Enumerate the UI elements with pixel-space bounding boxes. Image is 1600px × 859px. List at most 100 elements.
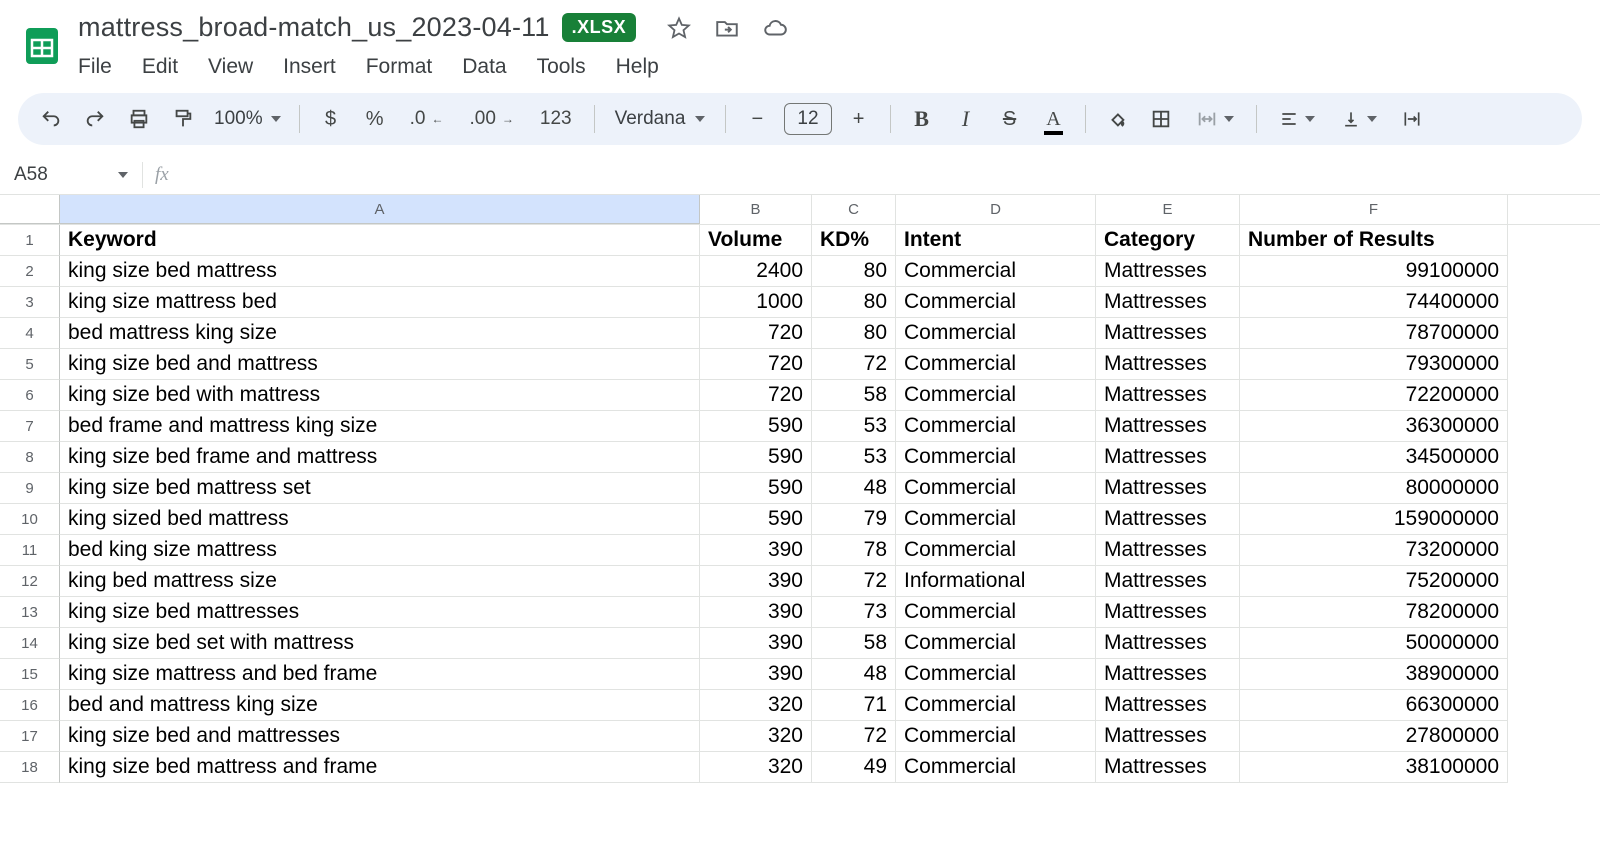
- row-header[interactable]: 2: [0, 256, 60, 287]
- cell-E8[interactable]: Mattresses: [1096, 442, 1240, 473]
- cell-F17[interactable]: 27800000: [1240, 721, 1508, 752]
- cell-F15[interactable]: 38900000: [1240, 659, 1508, 690]
- cell-F12[interactable]: 75200000: [1240, 566, 1508, 597]
- cell-A11[interactable]: bed king size mattress: [60, 535, 700, 566]
- menu-insert[interactable]: Insert: [283, 53, 336, 81]
- cell-A6[interactable]: king size bed with mattress: [60, 380, 700, 411]
- cell-E11[interactable]: Mattresses: [1096, 535, 1240, 566]
- cell-C1[interactable]: KD%: [812, 225, 896, 256]
- cell-D1[interactable]: Intent: [896, 225, 1096, 256]
- menu-format[interactable]: Format: [366, 53, 433, 81]
- cell-E5[interactable]: Mattresses: [1096, 349, 1240, 380]
- cell-B2[interactable]: 2400: [700, 256, 812, 287]
- column-header-E[interactable]: E: [1096, 195, 1240, 224]
- cell-A1[interactable]: Keyword: [60, 225, 700, 256]
- column-header-F[interactable]: F: [1240, 195, 1508, 224]
- cell-D17[interactable]: Commercial: [896, 721, 1096, 752]
- cell-E6[interactable]: Mattresses: [1096, 380, 1240, 411]
- zoom-selector[interactable]: 100%: [210, 108, 285, 130]
- cell-C16[interactable]: 71: [812, 690, 896, 721]
- cell-F3[interactable]: 74400000: [1240, 287, 1508, 318]
- cell-C6[interactable]: 58: [812, 380, 896, 411]
- row-header[interactable]: 16: [0, 690, 60, 721]
- cell-A10[interactable]: king sized bed mattress: [60, 504, 700, 535]
- cell-F2[interactable]: 99100000: [1240, 256, 1508, 287]
- cell-E15[interactable]: Mattresses: [1096, 659, 1240, 690]
- column-header-C[interactable]: C: [812, 195, 896, 224]
- cell-F1[interactable]: Number of Results: [1240, 225, 1508, 256]
- cell-D6[interactable]: Commercial: [896, 380, 1096, 411]
- sheets-logo[interactable]: [18, 16, 66, 76]
- cell-B15[interactable]: 390: [700, 659, 812, 690]
- cell-D12[interactable]: Informational: [896, 566, 1096, 597]
- cell-D3[interactable]: Commercial: [896, 287, 1096, 318]
- cell-A2[interactable]: king size bed mattress: [60, 256, 700, 287]
- cell-B16[interactable]: 320: [700, 690, 812, 721]
- strikethrough-button[interactable]: S: [993, 102, 1027, 136]
- cell-E3[interactable]: Mattresses: [1096, 287, 1240, 318]
- cell-A3[interactable]: king size mattress bed: [60, 287, 700, 318]
- cell-A13[interactable]: king size bed mattresses: [60, 597, 700, 628]
- horizontal-align-button[interactable]: [1271, 102, 1323, 136]
- cell-E2[interactable]: Mattresses: [1096, 256, 1240, 287]
- cell-A9[interactable]: king size bed mattress set: [60, 473, 700, 504]
- menu-tools[interactable]: Tools: [537, 53, 586, 81]
- cell-A17[interactable]: king size bed and mattresses: [60, 721, 700, 752]
- column-header-A[interactable]: A: [60, 195, 700, 224]
- cell-E1[interactable]: Category: [1096, 225, 1240, 256]
- cell-C3[interactable]: 80: [812, 287, 896, 318]
- undo-button[interactable]: [34, 102, 68, 136]
- move-icon[interactable]: [714, 15, 740, 41]
- cell-B4[interactable]: 720: [700, 318, 812, 349]
- print-button[interactable]: [122, 102, 156, 136]
- cell-D11[interactable]: Commercial: [896, 535, 1096, 566]
- cell-C15[interactable]: 48: [812, 659, 896, 690]
- currency-button[interactable]: $: [314, 102, 348, 136]
- cloud-status-icon[interactable]: [762, 15, 788, 41]
- font-size-decrease[interactable]: −: [740, 102, 774, 136]
- cell-B1[interactable]: Volume: [700, 225, 812, 256]
- row-header[interactable]: 12: [0, 566, 60, 597]
- cell-B10[interactable]: 590: [700, 504, 812, 535]
- document-title[interactable]: mattress_broad-match_us_2023-04-11: [78, 12, 550, 43]
- cell-B8[interactable]: 590: [700, 442, 812, 473]
- cell-D8[interactable]: Commercial: [896, 442, 1096, 473]
- fill-color-button[interactable]: [1100, 102, 1134, 136]
- star-icon[interactable]: [666, 15, 692, 41]
- menu-data[interactable]: Data: [462, 53, 506, 81]
- cell-E18[interactable]: Mattresses: [1096, 752, 1240, 783]
- cell-B13[interactable]: 390: [700, 597, 812, 628]
- cell-B6[interactable]: 720: [700, 380, 812, 411]
- row-header[interactable]: 18: [0, 752, 60, 783]
- cell-F18[interactable]: 38100000: [1240, 752, 1508, 783]
- row-header[interactable]: 17: [0, 721, 60, 752]
- cell-F10[interactable]: 159000000: [1240, 504, 1508, 535]
- borders-button[interactable]: [1144, 102, 1178, 136]
- row-header[interactable]: 3: [0, 287, 60, 318]
- cell-C5[interactable]: 72: [812, 349, 896, 380]
- cell-B12[interactable]: 390: [700, 566, 812, 597]
- cell-A4[interactable]: bed mattress king size: [60, 318, 700, 349]
- cell-E14[interactable]: Mattresses: [1096, 628, 1240, 659]
- vertical-align-button[interactable]: [1333, 102, 1385, 136]
- cell-D18[interactable]: Commercial: [896, 752, 1096, 783]
- row-header[interactable]: 13: [0, 597, 60, 628]
- cell-E10[interactable]: Mattresses: [1096, 504, 1240, 535]
- decrease-decimal-button[interactable]: .0←: [402, 102, 452, 136]
- cell-C4[interactable]: 80: [812, 318, 896, 349]
- cell-B11[interactable]: 390: [700, 535, 812, 566]
- cell-B7[interactable]: 590: [700, 411, 812, 442]
- row-header[interactable]: 10: [0, 504, 60, 535]
- cell-C17[interactable]: 72: [812, 721, 896, 752]
- cell-B17[interactable]: 320: [700, 721, 812, 752]
- column-header-D[interactable]: D: [896, 195, 1096, 224]
- row-header[interactable]: 5: [0, 349, 60, 380]
- cell-C7[interactable]: 53: [812, 411, 896, 442]
- row-header[interactable]: 14: [0, 628, 60, 659]
- menu-view[interactable]: View: [208, 53, 253, 81]
- bold-button[interactable]: B: [905, 102, 939, 136]
- menu-file[interactable]: File: [78, 53, 112, 81]
- cell-C12[interactable]: 72: [812, 566, 896, 597]
- cell-C18[interactable]: 49: [812, 752, 896, 783]
- cell-E4[interactable]: Mattresses: [1096, 318, 1240, 349]
